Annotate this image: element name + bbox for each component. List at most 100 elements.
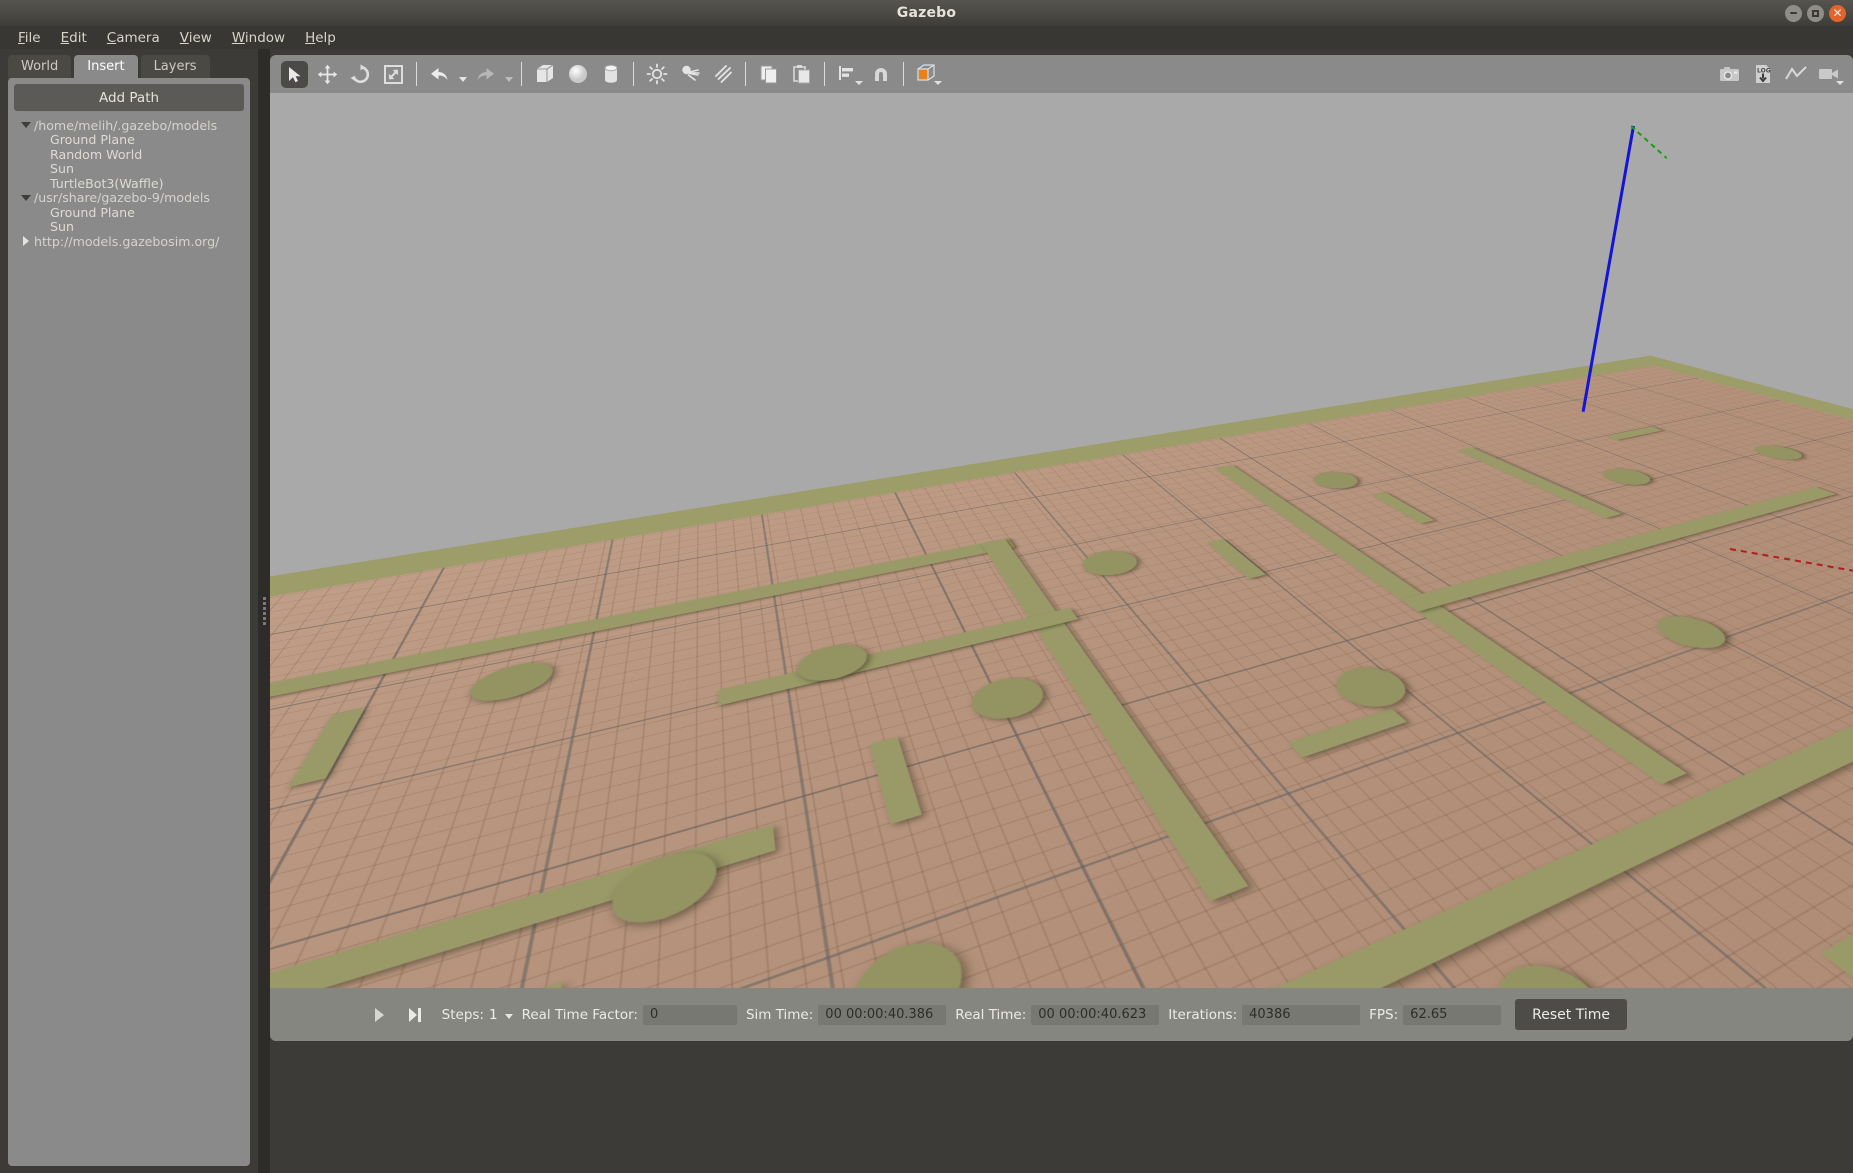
translate-tool-button[interactable] (314, 61, 341, 88)
chevron-down-icon[interactable] (18, 194, 34, 201)
tab-insert[interactable]: Insert (74, 55, 138, 79)
tree-item-sun[interactable]: Sun (12, 161, 246, 177)
redo-tool-button[interactable] (472, 61, 499, 88)
svg-text:LOG: LOG (1757, 68, 1771, 75)
tab-world[interactable]: World (8, 55, 72, 79)
reset-time-button[interactable]: Reset Time (1515, 999, 1627, 1030)
toolbar-separator (416, 62, 417, 86)
plot-tool-button[interactable] (1782, 61, 1809, 88)
directional-light-tool-button[interactable] (709, 61, 736, 88)
menu-help[interactable]: Help (295, 28, 346, 48)
sphere-tool-button[interactable] (564, 61, 591, 88)
redo-dropdown-button[interactable] (502, 61, 515, 88)
gazebo-window: Gazebo ✕ File Edit Camera View Window He… (0, 0, 1853, 1173)
real-time-factor-field: 0 (642, 1004, 737, 1025)
menu-camera-rest: amera (116, 29, 160, 46)
view-angle-tool-button[interactable] (913, 61, 942, 88)
chevron-down-icon (855, 80, 863, 85)
chevron-down-icon (1836, 80, 1844, 85)
menu-help-rest: elp (315, 29, 336, 46)
title-bar: Gazebo ✕ (0, 0, 1853, 26)
tree-item-gazebosim-online[interactable]: http://models.gazebosim.org/ (12, 234, 246, 249)
snap-tool-button[interactable] (867, 61, 894, 88)
log-record-tool-button[interactable]: LOG (1749, 61, 1776, 88)
tree-label: Ground Plane (50, 204, 135, 220)
iterations-label: Iterations: (1168, 1006, 1238, 1023)
menu-view-rest: iew (188, 29, 212, 46)
main-toolbar: LOG (270, 55, 1853, 93)
play-button[interactable] (364, 1000, 394, 1030)
simulation-scene (270, 93, 1853, 988)
tree-label: Sun (50, 161, 74, 177)
menu-file[interactable]: File (8, 28, 51, 48)
maximize-button[interactable] (1807, 4, 1824, 22)
tree-label: Sun (50, 219, 74, 235)
toolbar-separator (903, 62, 904, 86)
toolbar-separator (824, 62, 825, 86)
tree-label: Random World (50, 146, 143, 162)
tree-label: TurtleBot3(Waffle) (50, 175, 164, 191)
3d-viewport[interactable] (270, 93, 1853, 988)
fps-label: FPS: (1369, 1006, 1399, 1023)
tree-item-sun-2[interactable]: Sun (12, 219, 246, 235)
menu-window-rest: indow (244, 29, 286, 46)
panel-tabs: World Insert Layers (8, 55, 210, 79)
panel-splitter[interactable] (258, 49, 270, 1173)
real-time-label: Real Time: (955, 1006, 1027, 1023)
box-tool-button[interactable] (531, 61, 558, 88)
tree-item-turtlebot3-waffle[interactable]: TurtleBot3(Waffle) (12, 176, 246, 191)
select-tool-button[interactable] (281, 60, 308, 88)
screenshot-tool-button[interactable] (1716, 61, 1743, 88)
add-path-button[interactable]: Add Path (14, 84, 244, 111)
menu-edit-rest: dit (69, 29, 87, 46)
real-time-field: 00 00:00:40.623 (1031, 1004, 1160, 1025)
tree-item-random-world[interactable]: Random World (12, 147, 246, 162)
copy-tool-button[interactable] (755, 61, 782, 88)
render-area: LOG Steps: 1 Real Time Factor: 0 Sim Tim… (270, 49, 1853, 1173)
close-button[interactable]: ✕ (1829, 4, 1846, 22)
spot-light-tool-button[interactable] (676, 61, 703, 88)
step-forward-button[interactable] (400, 1000, 430, 1030)
video-record-tool-button[interactable] (1815, 61, 1844, 88)
tree-item-home-models[interactable]: /home/melih/.gazebo/models (12, 118, 246, 133)
model-tree: /home/melih/.gazebo/models Ground Plane … (12, 118, 246, 249)
point-light-tool-button[interactable] (643, 61, 670, 88)
align-tool-button[interactable] (834, 61, 863, 88)
steps-value[interactable]: 1 (489, 1007, 498, 1023)
menu-camera[interactable]: Camera (97, 28, 170, 48)
maximize-icon (1812, 9, 1819, 17)
tree-label: /usr/share/gazebo-9/models (34, 190, 210, 206)
tree-item-ground-plane[interactable]: Ground Plane (12, 132, 246, 147)
menu-edit[interactable]: Edit (51, 28, 97, 48)
tree-item-ground-plane-2[interactable]: Ground Plane (12, 205, 246, 220)
minimize-button[interactable] (1785, 4, 1802, 22)
close-icon: ✕ (1832, 6, 1843, 20)
iterations-field: 40386 (1242, 1004, 1361, 1025)
tree-item-usr-share-models[interactable]: /usr/share/gazebo-9/models (12, 190, 246, 206)
chevron-right-icon[interactable] (18, 236, 34, 247)
chevron-down-icon (934, 80, 942, 85)
rotate-tool-button[interactable] (347, 61, 374, 88)
chevron-down-icon[interactable] (18, 122, 34, 129)
menu-bar: File Edit Camera View Window Help (0, 26, 1853, 49)
fps-field: 62.65 (1403, 1004, 1502, 1025)
toolbar-separator (521, 62, 522, 86)
cylinder-tool-button[interactable] (597, 61, 624, 88)
window-title: Gazebo (896, 5, 957, 21)
steps-label: Steps: (441, 1006, 484, 1023)
scale-tool-button[interactable] (380, 61, 407, 88)
window-controls: ✕ (1785, 0, 1846, 26)
undo-dropdown-button[interactable] (456, 61, 469, 88)
splitter-grip-icon (262, 597, 266, 625)
tab-layers[interactable]: Layers (140, 55, 210, 79)
menu-file-rest: ile (24, 29, 41, 46)
tree-label: http://models.gazebosim.org/ (34, 233, 220, 249)
undo-tool-button[interactable] (426, 61, 453, 88)
real-time-factor-label: Real Time Factor: (521, 1006, 638, 1023)
paste-tool-button[interactable] (788, 61, 815, 88)
menu-window[interactable]: Window (222, 28, 295, 48)
tree-label: /home/melih/.gazebo/models (34, 117, 218, 133)
menu-view[interactable]: View (170, 28, 222, 48)
chevron-down-icon (458, 76, 467, 82)
steps-dropdown-icon[interactable] (504, 1014, 513, 1019)
